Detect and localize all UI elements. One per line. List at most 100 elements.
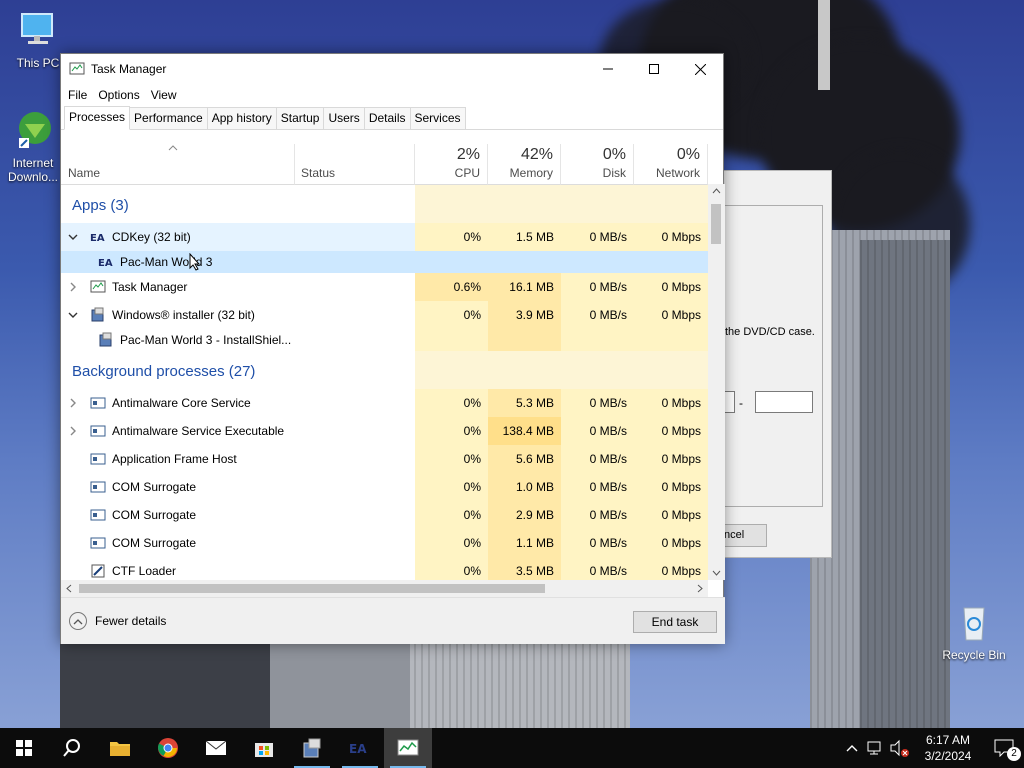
mail-icon: [205, 740, 227, 755]
column-network[interactable]: 0% Network: [634, 144, 708, 185]
folder-icon: [110, 742, 130, 756]
scroll-up-icon[interactable]: [712, 188, 721, 194]
table-row[interactable]: Task Manager 0.6% 16.1 MB 0 MB/s 0 Mbps: [61, 273, 708, 301]
maximize-button[interactable]: [631, 54, 677, 84]
sort-up-icon: [168, 145, 178, 151]
column-memory[interactable]: 42% Memory: [488, 144, 561, 185]
taskbar: EA 6:17 AM 3/2/2024 2: [0, 728, 1024, 768]
table-row[interactable]: COM Surrogate 0% 1.0 MB 0 MB/s 0 Mbps: [61, 473, 708, 501]
horizontal-scrollbar[interactable]: [61, 580, 708, 597]
volume-muted-icon[interactable]: [888, 728, 912, 768]
fewer-details-label: Fewer details: [95, 614, 167, 628]
scroll-left-icon[interactable]: [66, 584, 72, 593]
clock-time: 6:17 AM: [925, 733, 971, 747]
process-name: Windows® installer (32 bit): [112, 308, 255, 322]
table-row[interactable]: COM Surrogate 0% 2.9 MB 0 MB/s 0 Mbps: [61, 501, 708, 529]
search-button[interactable]: [48, 728, 96, 768]
ea-icon: EA: [349, 742, 367, 755]
task-manager-window: Task Manager File Options View Processes…: [60, 53, 725, 644]
key-field-part[interactable]: [725, 391, 735, 413]
minimize-button[interactable]: [585, 54, 631, 84]
horizontal-scroll-thumb[interactable]: [79, 584, 545, 593]
task-manager-taskbar-button[interactable]: [384, 728, 432, 768]
notification-center-button[interactable]: 2: [984, 728, 1024, 768]
column-name[interactable]: Name: [61, 144, 295, 185]
table-row[interactable]: EA Pac-Man World 3: [61, 251, 708, 273]
process-rows: Apps (3) EA CDKey (32 bit) 0% 1.5 MB 0 M…: [61, 185, 708, 580]
table-row[interactable]: Antimalware Service Executable 0% 138.4 …: [61, 417, 708, 445]
menu-options[interactable]: Options: [94, 88, 143, 102]
start-button[interactable]: [0, 728, 48, 768]
clock-date: 3/2/2024: [924, 749, 972, 763]
tab-startup[interactable]: Startup: [275, 107, 325, 129]
key-dash: -: [739, 396, 743, 410]
chrome-icon: [158, 738, 178, 758]
mouse-cursor-icon: [189, 253, 201, 271]
table-row[interactable]: COM Surrogate 0% 1.1 MB 0 MB/s 0 Mbps: [61, 529, 708, 557]
process-name: COM Surrogate: [112, 480, 197, 494]
windows-logo-icon: [16, 740, 32, 756]
footer-bar: Fewer details End task: [61, 597, 725, 644]
internet-download-manager-icon[interactable]: Internet Downlo...: [2, 108, 64, 184]
menu-bar: File Options View: [61, 84, 723, 106]
group-apps[interactable]: Apps (3): [61, 185, 708, 223]
column-status[interactable]: Status: [295, 144, 415, 185]
tab-strip: Processes Performance App history Startu…: [61, 106, 723, 130]
group-background[interactable]: Background processes (27): [61, 351, 708, 389]
process-grid: Name Status 2% CPU 42% Memory 0% Disk 0%…: [61, 144, 708, 580]
store-button[interactable]: [240, 728, 288, 768]
end-task-button[interactable]: End task: [633, 611, 717, 633]
process-name: Pac-Man World 3 - InstallShiel...: [120, 333, 292, 347]
process-name: CDKey (32 bit): [112, 230, 191, 244]
tab-details[interactable]: Details: [363, 107, 411, 129]
menu-view[interactable]: View: [147, 88, 181, 102]
chrome-button[interactable]: [144, 728, 192, 768]
process-name: Antimalware Core Service: [112, 396, 251, 410]
mail-button[interactable]: [192, 728, 240, 768]
task-manager-icon: [69, 62, 85, 75]
scroll-right-icon[interactable]: [697, 584, 703, 593]
fewer-details-button[interactable]: Fewer details: [69, 612, 166, 630]
table-row[interactable]: EA CDKey (32 bit) 0% 1.5 MB 0 MB/s 0 Mbp…: [61, 223, 708, 251]
column-cpu[interactable]: 2% CPU: [415, 144, 488, 185]
table-row[interactable]: Windows® installer (32 bit) 0% 3.9 MB 0 …: [61, 301, 708, 329]
notification-count: 2: [1007, 747, 1021, 761]
table-row[interactable]: CTF Loader 0% 3.5 MB 0 MB/s 0 Mbps: [61, 557, 708, 580]
process-name: Application Frame Host: [112, 452, 237, 466]
title-bar[interactable]: Task Manager: [61, 54, 723, 84]
tab-processes[interactable]: Processes: [64, 106, 131, 130]
table-row[interactable]: Antimalware Core Service 0% 5.3 MB 0 MB/…: [61, 389, 708, 417]
task-manager-icon: [397, 739, 419, 756]
key-field[interactable]: [755, 391, 813, 413]
chevron-up-icon[interactable]: [840, 728, 864, 768]
close-button[interactable]: [677, 54, 723, 84]
process-name: COM Surrogate: [112, 536, 197, 550]
tab-services[interactable]: Services: [409, 107, 466, 129]
scroll-down-icon[interactable]: [712, 570, 721, 576]
process-name: Task Manager: [112, 280, 188, 294]
network-icon[interactable]: [864, 728, 888, 768]
search-icon: [63, 739, 80, 757]
chevron-up-icon: [69, 612, 87, 630]
installer-taskbar-button[interactable]: [288, 728, 336, 768]
tab-app-history[interactable]: App history: [206, 107, 277, 129]
recycle-bin-icon[interactable]: Recycle Bin: [938, 600, 1010, 662]
store-icon: [255, 743, 273, 757]
table-row[interactable]: Pac-Man World 3 - InstallShiel...: [61, 329, 708, 351]
process-name: CTF Loader: [112, 564, 177, 578]
cdkey-taskbar-button[interactable]: EA: [336, 728, 384, 768]
tab-users[interactable]: Users: [323, 107, 365, 129]
recycle-bin-label: Recycle Bin: [942, 648, 1006, 662]
process-name: Pac-Man World 3: [120, 255, 213, 269]
vertical-scrollbar[interactable]: [708, 184, 725, 580]
tab-performance[interactable]: Performance: [129, 107, 208, 129]
file-explorer-button[interactable]: [96, 728, 144, 768]
installer-group-box: [721, 205, 823, 507]
menu-file[interactable]: File: [64, 88, 91, 102]
internet-download-manager-label: Internet Downlo...: [7, 156, 59, 184]
vertical-scroll-thumb[interactable]: [711, 204, 721, 244]
process-name: Antimalware Service Executable: [112, 424, 285, 438]
column-disk[interactable]: 0% Disk: [561, 144, 634, 185]
table-row[interactable]: Application Frame Host 0% 5.6 MB 0 MB/s …: [61, 445, 708, 473]
clock[interactable]: 6:17 AM 3/2/2024: [912, 732, 984, 764]
